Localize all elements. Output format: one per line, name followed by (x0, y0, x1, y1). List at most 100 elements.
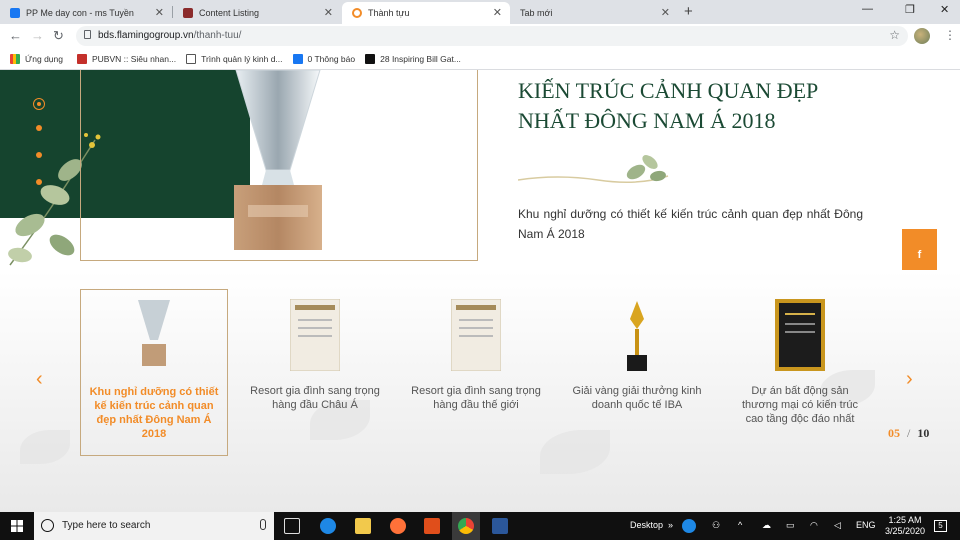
desktop-toolbar-label[interactable]: Desktop (630, 520, 663, 530)
certificate-thumbnail (290, 299, 340, 371)
profile-avatar[interactable] (914, 28, 930, 44)
new-tab-plus-icon[interactable]: + (684, 3, 693, 20)
help-icon[interactable] (682, 519, 696, 533)
bookmarks-bar: Ứng dụng PUBVN :: Siêu nhan... Trình quả… (0, 48, 960, 70)
page-content: KIẾN TRÚC CẢNH QUAN ĐẸP NHẤT ĐÔNG NAM Á … (0, 70, 960, 512)
minimize-icon[interactable]: — (862, 3, 873, 15)
hero-title: KIẾN TRÚC CẢNH QUAN ĐẸP NHẤT ĐÔNG NAM Á … (518, 78, 818, 133)
crystal-trophy-thumbnail (138, 300, 170, 366)
bookmark-label: Ứng dụng (25, 53, 63, 64)
back-arrow-icon[interactable]: ← (9, 28, 22, 43)
award-item[interactable]: Giải vàng giải thưởng kinh doanh quốc tế… (563, 289, 711, 456)
search-placeholder: Type here to search (62, 520, 151, 531)
word-icon[interactable] (492, 518, 508, 534)
award-caption: Giải vàng giải thưởng kinh doanh quốc tế… (572, 385, 702, 411)
framed-certificate-thumbnail (775, 299, 825, 371)
slide-indicator[interactable] (36, 179, 42, 185)
bookmark-label: 0 Thông báo (307, 53, 356, 64)
language-indicator[interactable]: ENG (856, 520, 876, 530)
award-item[interactable]: Resort gia đình sang trọng hàng đầu Châu… (241, 289, 389, 456)
bookmark-label: Trình quản lý kinh d... (201, 53, 283, 64)
windows-taskbar: Type here to search Desktop » ⚇ ^ ☁ ▭ ◠ … (0, 512, 960, 540)
edge-icon[interactable] (320, 518, 336, 534)
slider-next-arrow-icon[interactable]: › (906, 368, 913, 391)
tab-content-listing[interactable]: Content Listing ✕ (173, 2, 341, 24)
chevron-right-icon[interactable]: » (668, 520, 673, 530)
close-icon[interactable]: ✕ (324, 6, 333, 19)
slide-pager: 05 / 10 (888, 426, 929, 441)
window-close-icon[interactable]: ✕ (940, 3, 949, 16)
firefox-icon[interactable] (390, 518, 406, 534)
hero-description: Khu nghỉ dưỡng có thiết kế kiến trúc cản… (518, 207, 863, 241)
bookmark-apps[interactable]: Ứng dụng (10, 53, 63, 64)
slider-prev-arrow-icon[interactable]: ‹ (36, 368, 43, 391)
clock[interactable]: 1:25 AM 3/25/2020 (883, 515, 927, 537)
notification-count: 5 (938, 521, 943, 530)
page-icon (186, 53, 197, 64)
award-caption: Resort gia đình sang trọng hàng đầu thế … (411, 385, 541, 411)
facebook-favicon-icon (10, 8, 20, 18)
close-icon[interactable]: ✕ (661, 6, 670, 19)
taskbar-search-box[interactable]: Type here to search (34, 512, 274, 540)
more-menu-icon[interactable]: ⋮ (944, 28, 956, 42)
volume-icon[interactable]: ◁ (834, 520, 841, 531)
battery-icon[interactable]: ▭ (786, 520, 795, 531)
browser-tab-strip: PP Me day con - ms Tuyền ✕ Content Listi… (0, 0, 960, 24)
pager-current: 05 (888, 426, 900, 440)
browser-toolbar: ← → ↻ bds.flamingogroup.vn/thanh-tuu/ ☆ … (0, 24, 960, 48)
tab-title: Content Listing (199, 8, 260, 18)
facebook-icon (292, 53, 303, 64)
bookmark-label: PUBVN :: Siêu nhan... (91, 53, 177, 64)
windows-start-icon[interactable] (11, 520, 23, 532)
award-caption: Dự án bất động sản thương mại có kiến tr… (741, 385, 859, 425)
bookmark-trinh-quan-ly[interactable]: Trình quản lý kinh d... (186, 53, 283, 64)
action-center-icon[interactable]: 5 (934, 520, 947, 532)
bookmark-pubvn[interactable]: PUBVN :: Siêu nhan... (76, 53, 177, 64)
award-item[interactable]: Dự án bất động sản thương mại có kiến tr… (726, 289, 874, 456)
file-explorer-icon[interactable] (355, 518, 371, 534)
cloud-icon[interactable]: ☁ (762, 520, 771, 531)
tab-new-tab[interactable]: Tab mới ✕ (510, 2, 678, 24)
address-bar[interactable]: bds.flamingogroup.vn/thanh-tuu/ ☆ (76, 26, 908, 46)
slide-indicator-active[interactable] (33, 98, 45, 110)
chrome-icon[interactable] (458, 518, 474, 534)
clock-date: 3/25/2020 (884, 526, 926, 536)
slide-indicator[interactable] (36, 125, 42, 131)
checkbox-icon (365, 53, 376, 64)
tab-title: Tab mới (520, 8, 553, 18)
tab-pp-me-day-con[interactable]: PP Me day con - ms Tuyền ✕ (0, 2, 172, 24)
award-caption: Khu nghỉ dưỡng có thiết kế kiến trúc cản… (89, 386, 219, 440)
tab-thanh-tuu[interactable]: Thành tựu ✕ (342, 2, 510, 24)
pager-separator: / (907, 426, 911, 440)
close-icon[interactable]: ✕ (493, 6, 502, 19)
wifi-icon[interactable]: ◠ (810, 520, 818, 531)
clock-time: 1:25 AM (888, 515, 922, 525)
office-icon[interactable] (424, 518, 440, 534)
people-icon[interactable]: ⚇ (712, 520, 720, 531)
restore-icon[interactable]: ❐ (905, 3, 915, 16)
youtube-icon (76, 53, 87, 64)
microphone-icon[interactable] (260, 519, 266, 530)
award-item[interactable]: Resort gia đình sang trọng hàng đầu thế … (402, 289, 550, 456)
tab-title: PP Me day con - ms Tuyền (26, 8, 134, 18)
flamingo-favicon-icon (352, 8, 362, 18)
forward-arrow-icon[interactable]: → (31, 28, 44, 43)
lock-icon (84, 30, 91, 39)
tab-title: Thành tựu (368, 8, 410, 18)
cortana-icon (41, 519, 54, 532)
task-view-icon[interactable] (284, 518, 300, 534)
apps-grid-icon (10, 53, 20, 64)
tray-chevron-up-icon[interactable]: ^ (738, 520, 742, 530)
bookmark-star-icon[interactable]: ☆ (889, 28, 900, 42)
slide-indicator[interactable] (36, 152, 42, 158)
bookmark-thong-bao[interactable]: 0 Thông báo (292, 53, 356, 64)
reload-icon[interactable]: ↻ (53, 28, 64, 44)
bookmark-bill-gates[interactable]: 28 Inspiring Bill Gat... (365, 53, 461, 64)
certificate-thumbnail (451, 299, 501, 371)
award-item[interactable]: Khu nghỉ dưỡng có thiết kế kiến trúc cản… (80, 289, 228, 456)
leaf-divider-icon (518, 155, 669, 183)
facebook-icon[interactable]: f (902, 249, 937, 261)
url-text: bds.flamingogroup.vn/thanh-tuu/ (98, 30, 242, 41)
pager-total: 10 (917, 426, 930, 440)
close-icon[interactable]: ✕ (155, 6, 164, 19)
